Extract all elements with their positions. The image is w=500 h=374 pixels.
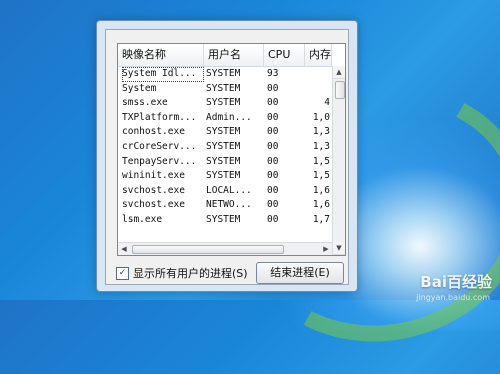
process-image-name: System Idl... xyxy=(122,67,204,82)
process-row[interactable]: crCoreServ... SYSTEM 00 1,3 xyxy=(118,140,332,155)
column-user-name[interactable]: 用户名 xyxy=(204,44,264,66)
process-memory: 1,0 xyxy=(312,111,330,123)
vertical-scroll-thumb[interactable] xyxy=(335,81,345,99)
process-row[interactable]: System SYSTEM 00 xyxy=(118,82,332,97)
process-image-name: System xyxy=(122,82,157,94)
process-user-name: SYSTEM xyxy=(206,97,241,109)
process-user-name: SYSTEM xyxy=(206,140,241,152)
process-memory: 1,3 xyxy=(312,126,330,138)
process-row[interactable]: wininit.exe SYSTEM 00 1,5 xyxy=(118,169,332,184)
process-image-name: svchost.exe xyxy=(122,184,185,196)
process-row[interactable]: System Idl... SYSTEM 93 xyxy=(118,67,332,82)
scroll-left-icon[interactable]: ◀ xyxy=(118,243,130,255)
process-memory xyxy=(306,82,330,97)
process-user-name: SYSTEM xyxy=(206,213,241,225)
process-list-header: 映像名称 用户名 CPU 内存 xyxy=(118,44,332,67)
process-memory: 4 xyxy=(324,97,330,109)
process-memory xyxy=(306,67,330,82)
process-user-name: LOCAL... xyxy=(206,184,252,196)
process-cpu: 00 xyxy=(267,82,279,94)
process-image-name: crCoreServ... xyxy=(122,140,197,152)
process-user-name: NETWO... xyxy=(206,199,252,211)
horizontal-scrollbar[interactable]: ◀ ▶ xyxy=(118,242,332,255)
process-memory: 1,6 xyxy=(312,199,330,211)
task-manager-panel: 映像名称 用户名 CPU 内存 System Idl... SYSTEM 93 Sys… xyxy=(105,29,349,285)
process-memory: 1,5 xyxy=(312,170,330,182)
column-cpu[interactable]: CPU xyxy=(264,44,305,66)
process-image-name: TXPlatform... xyxy=(122,111,197,123)
process-rows: System Idl... SYSTEM 93 System SYSTEM 00 smss.… xyxy=(118,67,332,228)
scroll-down-icon[interactable]: ▼ xyxy=(333,242,345,255)
process-row[interactable]: smss.exe SYSTEM 00 4 xyxy=(118,96,332,111)
process-row[interactable]: TenpayServ... SYSTEM 00 1,5 xyxy=(118,155,332,170)
process-image-name: TenpayServ... xyxy=(122,155,197,167)
vertical-scrollbar[interactable]: ▲ ▼ xyxy=(332,66,345,255)
horizontal-scroll-thumb[interactable] xyxy=(132,245,284,254)
scroll-right-icon[interactable]: ▶ xyxy=(320,243,332,255)
process-cpu: 00 xyxy=(267,184,279,196)
process-memory: 1,5 xyxy=(312,155,330,167)
process-image-name: smss.exe xyxy=(122,97,168,109)
show-all-users-toggle[interactable]: ✓ 显示所有用户的进程(S) xyxy=(116,265,248,281)
process-row[interactable]: lsm.exe SYSTEM 00 1,7 xyxy=(118,213,332,228)
scroll-up-icon[interactable]: ▲ xyxy=(333,66,345,79)
process-cpu: 00 xyxy=(267,111,279,123)
process-user-name: SYSTEM xyxy=(206,126,241,138)
process-image-name: wininit.exe xyxy=(122,170,185,182)
process-memory: 1,7 xyxy=(312,213,330,225)
baidu-jingyan-watermark: Bai百经验 xyxy=(420,271,492,292)
process-cpu: 00 xyxy=(267,213,279,225)
column-image-name[interactable]: 映像名称 xyxy=(118,44,204,66)
end-process-button[interactable]: 结束进程(E) xyxy=(256,262,344,284)
process-cpu: 00 xyxy=(267,155,279,167)
column-memory[interactable]: 内存 xyxy=(305,44,332,66)
watermark-url: jingyan.baidu.com xyxy=(416,293,490,302)
process-cpu: 00 xyxy=(267,140,279,152)
process-user-name: SYSTEM xyxy=(206,155,241,167)
process-row[interactable]: conhost.exe SYSTEM 00 1,3 xyxy=(118,125,332,140)
process-user-name: SYSTEM xyxy=(206,68,241,79)
process-image-name: lsm.exe xyxy=(122,213,163,225)
process-cpu: 00 xyxy=(267,97,279,109)
process-row[interactable]: svchost.exe NETWO... 00 1,6 xyxy=(118,198,332,213)
process-memory: 1,6 xyxy=(312,184,330,196)
process-row[interactable]: TXPlatform... Admin... 00 1,0 xyxy=(118,111,332,126)
watermark-main-text: Bai百经验 xyxy=(420,273,492,291)
process-user-name: SYSTEM xyxy=(206,170,241,182)
task-manager-window: 映像名称 用户名 CPU 内存 System Idl... SYSTEM 93 Sys… xyxy=(96,20,358,292)
process-cpu: 00 xyxy=(267,126,279,138)
process-cpu: 00 xyxy=(267,170,279,182)
show-all-users-label: 显示所有用户的进程(S) xyxy=(133,267,248,280)
process-memory: 1,3 xyxy=(312,140,330,152)
process-row[interactable]: svchost.exe LOCAL... 00 1,6 xyxy=(118,184,332,199)
process-cpu: 93 xyxy=(267,68,279,79)
process-actions: ✓ 显示所有用户的进程(S) 结束进程(E) xyxy=(116,262,344,284)
process-user-name: Admin... xyxy=(206,111,252,123)
process-image-name: svchost.exe xyxy=(122,199,185,211)
process-image-name: conhost.exe xyxy=(122,126,185,138)
process-user-name: SYSTEM xyxy=(206,82,241,94)
process-cpu: 00 xyxy=(267,199,279,211)
show-all-users-checkbox[interactable]: ✓ xyxy=(116,266,129,280)
process-list[interactable]: 映像名称 用户名 CPU 内存 System Idl... SYSTEM 93 Sys… xyxy=(117,43,346,256)
